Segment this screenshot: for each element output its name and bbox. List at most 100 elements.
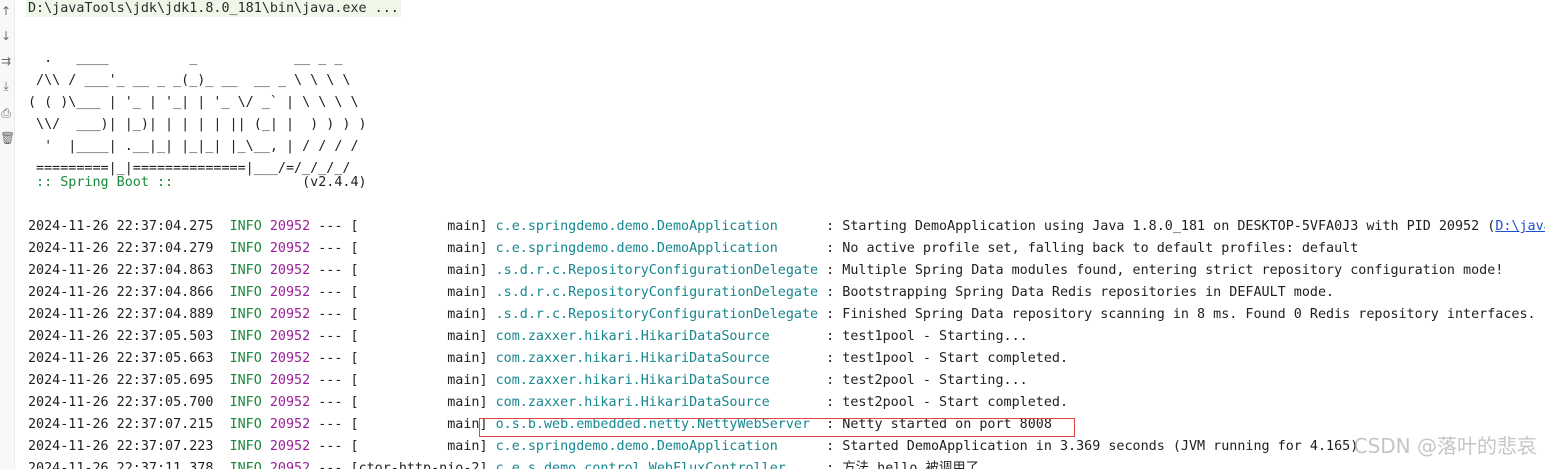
log-timestamp: 2024-11-26 22:37:05.695 [28,373,214,388]
log-timestamp: 2024-11-26 22:37:04.889 [28,307,214,322]
log-logger: com.zaxxer.hikari.HikariDataSource [495,329,819,344]
log-logger: c.e.springdemo.demo.DemoApplication [495,439,819,454]
log-pid: 20952 [269,307,311,322]
log-message: : test1pool - Starting... [818,329,1028,344]
log-line: 2024-11-26 22:37:05.700 INFO 20952 --- [… [28,392,1068,414]
log-separator: --- [ [310,219,359,234]
soft-wrap-icon[interactable]: ⇉ [0,54,12,68]
arrow-up-icon[interactable]: ↑ [0,4,12,18]
log-thread: main] [358,329,488,344]
log-logger: o.s.b.web.embedded.netty.NettyWebServer [495,417,819,432]
log-file-link[interactable]: D:\javal [1495,219,1545,234]
log-separator: --- [ [310,395,359,410]
arrow-down-icon[interactable]: ↓ [0,29,12,43]
log-message: : Netty started on port 8008 [818,417,1052,432]
log-message: : No active profile set, falling back to… [818,241,1359,256]
log-pid: 20952 [269,241,311,256]
log-thread: main] [358,307,488,322]
log-message: : Started DemoApplication in 3.369 secon… [818,439,1359,454]
print-icon[interactable]: ⎙ [0,106,12,120]
log-level: INFO [229,219,262,234]
spring-banner: . ____ _ __ _ _ /\\ / ___'_ __ _ _(_)_ _… [28,51,367,176]
log-pid: 20952 [269,373,311,388]
log-level: INFO [229,373,262,388]
log-separator: --- [ [310,307,359,322]
log-line: 2024-11-26 22:37:07.215 INFO 20952 --- [… [28,414,1052,436]
log-level: INFO [229,351,262,366]
log-logger: c.e.s.demo.control.WebFluxController [495,461,819,469]
log-separator: --- [ [310,329,359,344]
spring-boot-label: :: Spring Boot :: [28,175,182,190]
log-separator: --- [ [310,351,359,366]
log-line: 2024-11-26 22:37:11.378 INFO 20952 --- [… [28,458,979,469]
log-logger: com.zaxxer.hikari.HikariDataSource [495,373,819,388]
log-logger: .s.d.r.c.RepositoryConfigurationDelegate [495,263,819,278]
log-level: INFO [229,307,262,322]
scroll-to-end-icon[interactable]: ⤓ [0,79,12,93]
log-logger: com.zaxxer.hikari.HikariDataSource [495,351,819,366]
log-message: : test2pool - Starting... [818,373,1028,388]
log-thread: main] [358,439,488,454]
log-timestamp: 2024-11-26 22:37:05.503 [28,329,214,344]
log-thread: main] [358,351,488,366]
log-level: INFO [229,439,262,454]
log-separator: --- [ [310,263,359,278]
log-message: : Multiple Spring Data modules found, en… [818,263,1504,278]
log-timestamp: 2024-11-26 22:37:04.863 [28,263,214,278]
log-pid: 20952 [269,219,311,234]
log-line: 2024-11-26 22:37:05.695 INFO 20952 --- [… [28,370,1028,392]
log-line: 2024-11-26 22:37:07.223 INFO 20952 --- [… [28,436,1358,458]
log-timestamp: 2024-11-26 22:37:05.663 [28,351,214,366]
log-timestamp: 2024-11-26 22:37:05.700 [28,395,214,410]
log-level: INFO [229,241,262,256]
log-timestamp: 2024-11-26 22:37:04.866 [28,285,214,300]
log-message: : Finished Spring Data repository scanni… [818,307,1536,322]
watermark: CSDN @落叶的悲哀 [1353,434,1537,458]
log-line: 2024-11-26 22:37:04.863 INFO 20952 --- [… [28,260,1503,282]
log-message: : Starting DemoApplication using Java 1.… [818,219,1496,234]
log-logger: c.e.springdemo.demo.DemoApplication [495,219,819,234]
log-pid: 20952 [269,329,311,344]
log-level: INFO [229,329,262,344]
log-thread: main] [358,263,488,278]
log-line: 2024-11-26 22:37:04.866 INFO 20952 --- [… [28,282,1334,304]
log-pid: 20952 [269,263,311,278]
log-logger: c.e.springdemo.demo.DemoApplication [495,241,819,256]
log-separator: --- [ [310,285,359,300]
log-level: INFO [229,417,262,432]
log-thread: ctor-http-nio-2] [358,461,488,469]
log-line: 2024-11-26 22:37:05.503 INFO 20952 --- [… [28,326,1028,348]
log-pid: 20952 [269,461,311,469]
log-pid: 20952 [269,439,311,454]
log-thread: main] [358,241,488,256]
log-message: : test1pool - Start completed. [818,351,1069,366]
log-timestamp: 2024-11-26 22:37:04.275 [28,219,214,234]
log-separator: --- [ [310,373,359,388]
log-separator: --- [ [310,439,359,454]
log-timestamp: 2024-11-26 22:37:04.279 [28,241,214,256]
log-separator: --- [ [310,417,359,432]
console-output[interactable]: D:\javaTools\jdk\jdk1.8.0_181\bin\java.e… [26,0,1545,469]
console-toolbar: ↑ ↓ ⇉ ⤓ ⎙ 🗑 [0,0,15,469]
log-timestamp: 2024-11-26 22:37:07.223 [28,439,214,454]
log-thread: main] [358,285,488,300]
log-timestamp: 2024-11-26 22:37:07.215 [28,417,214,432]
log-separator: --- [ [310,241,359,256]
log-pid: 20952 [269,417,311,432]
trash-icon[interactable]: 🗑 [0,131,15,145]
log-thread: main] [358,395,488,410]
log-pid: 20952 [269,351,311,366]
log-thread: main] [358,219,488,234]
command-line[interactable]: D:\javaTools\jdk\jdk1.8.0_181\bin\java.e… [26,0,401,17]
log-logger: .s.d.r.c.RepositoryConfigurationDelegate [495,307,819,322]
log-thread: main] [358,373,488,388]
log-line: 2024-11-26 22:37:05.663 INFO 20952 --- [… [28,348,1068,370]
log-pid: 20952 [269,395,311,410]
log-message: : 方法 hello 被调用了 [818,461,980,469]
log-thread: main] [358,417,488,432]
log-message: : Bootstrapping Spring Data Redis reposi… [818,285,1335,300]
log-line: 2024-11-26 22:37:04.889 INFO 20952 --- [… [28,304,1536,326]
log-pid: 20952 [269,285,311,300]
log-level: INFO [229,263,262,278]
log-line: 2024-11-26 22:37:04.275 INFO 20952 --- [… [28,216,1545,238]
